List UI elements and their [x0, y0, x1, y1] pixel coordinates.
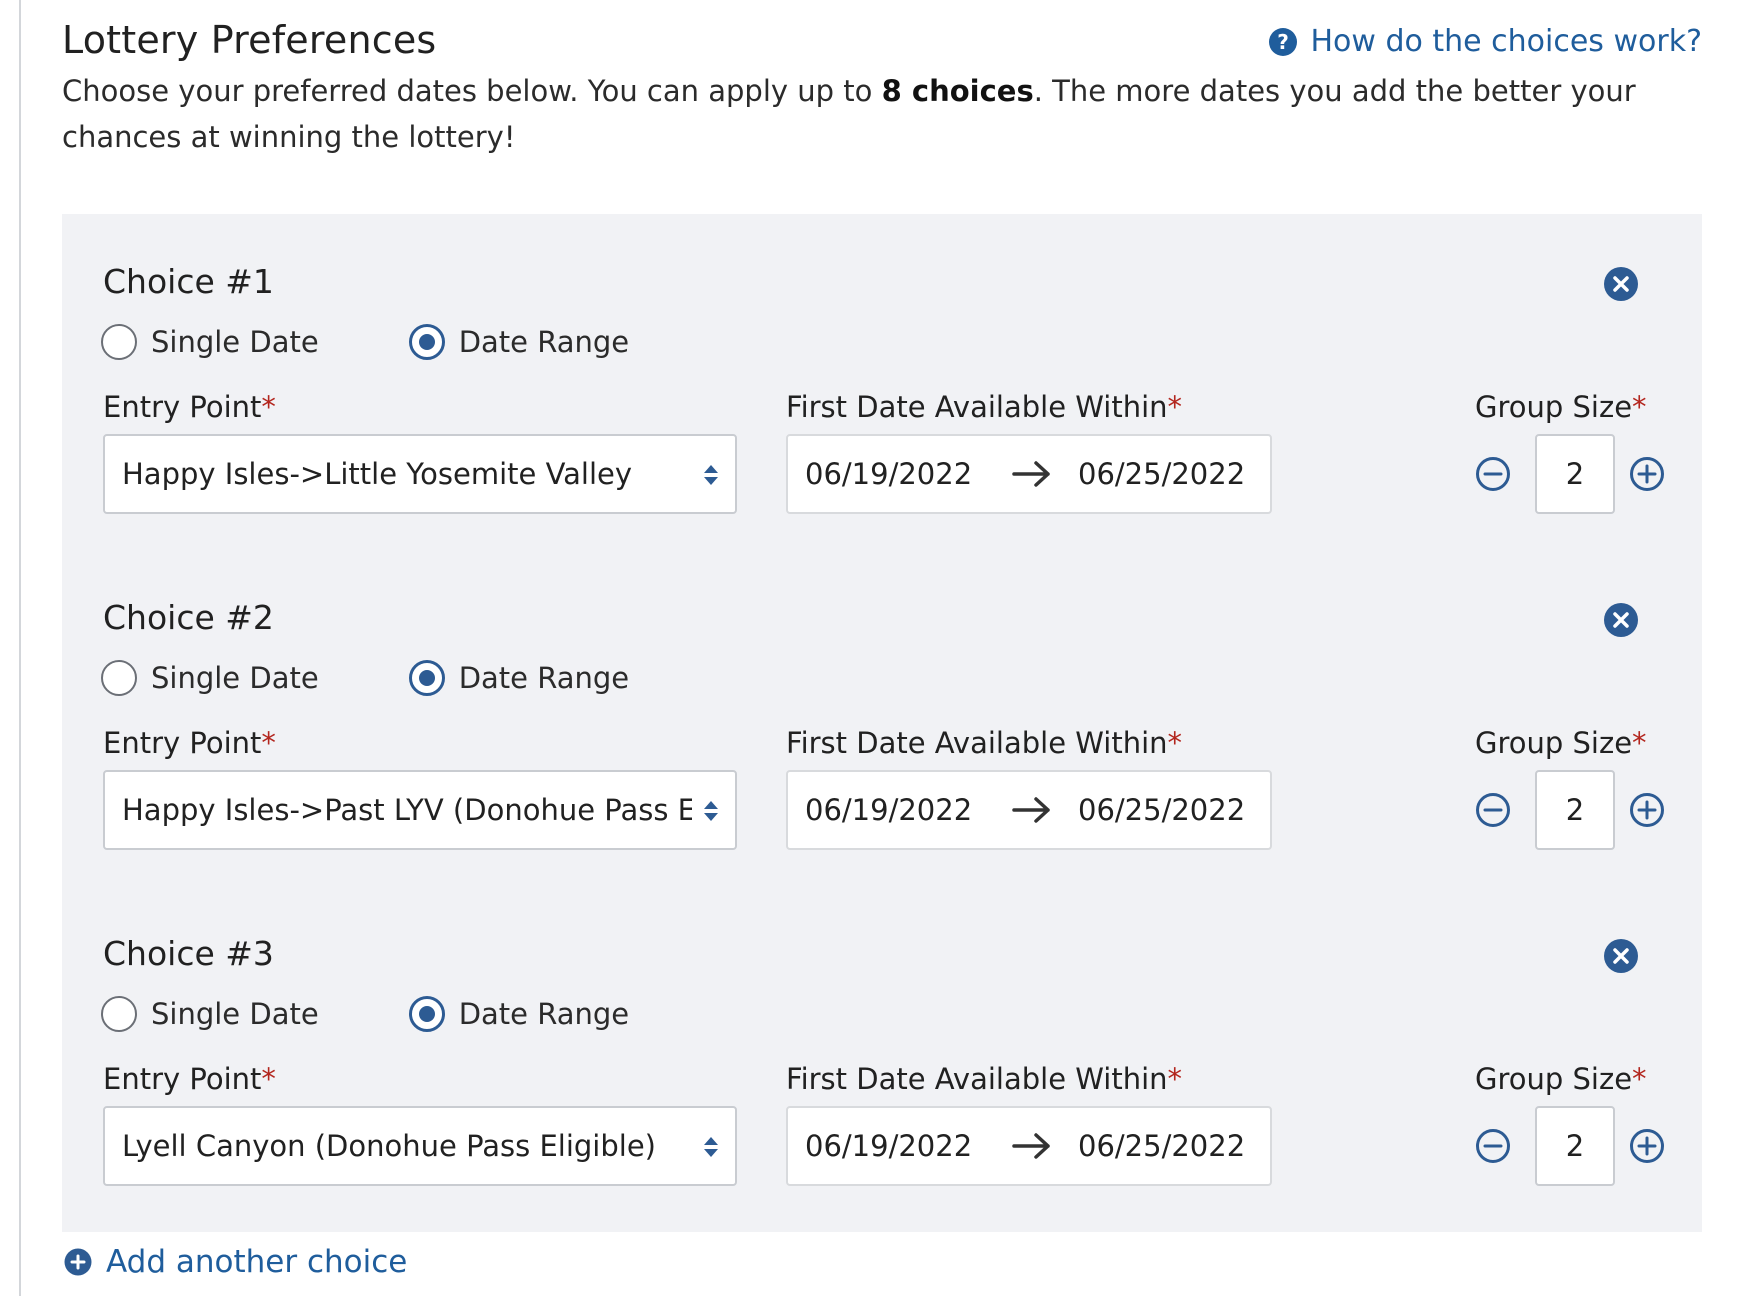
close-circle-icon[interactable] — [1603, 938, 1639, 974]
group-size-input[interactable]: 2 — [1535, 434, 1615, 514]
arrow-right-icon — [1012, 461, 1050, 487]
group-size-label: Group Size* — [1475, 1062, 1647, 1096]
start-date-input[interactable]: 06/19/2022 — [805, 793, 972, 827]
minus-circle-icon[interactable] — [1475, 1128, 1511, 1164]
choice-title: Choice #2 — [103, 598, 274, 637]
plus-circle-icon[interactable] — [1629, 1128, 1665, 1164]
add-choice-button[interactable]: Add another choice — [64, 1244, 407, 1280]
radio-label: Single Date — [151, 997, 319, 1031]
radio-label: Date Range — [458, 325, 630, 359]
radio-label: Single Date — [151, 325, 319, 359]
radio-button-selected[interactable] — [408, 996, 445, 1032]
sort-caret-icon — [704, 465, 718, 485]
help-link[interactable]: ? How do the choices work? — [1268, 24, 1702, 59]
radio-single-date[interactable]: Single Date — [101, 324, 319, 360]
plus-circle-icon[interactable] — [1629, 792, 1665, 828]
entry-point-select[interactable]: Happy Isles->Little Yosemite Valley — [103, 434, 737, 514]
radio-button[interactable] — [101, 996, 137, 1032]
close-circle-icon[interactable] — [1603, 602, 1639, 638]
date-mode-radio-group: Single Date Date Range — [101, 660, 719, 696]
date-range-field: 06/19/2022 06/25/2022 — [786, 770, 1272, 850]
radio-single-date[interactable]: Single Date — [101, 660, 319, 696]
radio-label: Date Range — [458, 661, 630, 695]
date-range-field: 06/19/2022 06/25/2022 — [786, 1106, 1272, 1186]
question-circle-icon: ? — [1269, 27, 1298, 56]
intro-text: Choose your preferred dates below. You c… — [62, 68, 1662, 160]
choice-title: Choice #3 — [103, 934, 274, 973]
close-circle-icon[interactable] — [1603, 266, 1639, 302]
end-date-input[interactable]: 06/25/2022 — [1078, 793, 1245, 827]
svg-text:?: ? — [1278, 30, 1290, 54]
entry-point-value: Happy Isles->Little Yosemite Valley — [122, 457, 633, 491]
end-date-input[interactable]: 06/25/2022 — [1078, 1129, 1245, 1163]
intro-text-start: Choose your preferred dates below. You c… — [62, 74, 882, 108]
radio-single-date[interactable]: Single Date — [101, 996, 319, 1032]
arrow-right-icon — [1012, 797, 1050, 823]
group-size-input[interactable]: 2 — [1535, 770, 1615, 850]
sort-caret-icon — [704, 1137, 718, 1157]
help-link-label: How do the choices work? — [1310, 24, 1702, 59]
radio-date-range[interactable]: Date Range — [408, 324, 630, 360]
page-left-border — [19, 0, 21, 1296]
minus-circle-icon[interactable] — [1475, 456, 1511, 492]
minus-circle-icon[interactable] — [1475, 792, 1511, 828]
group-size-label: Group Size* — [1475, 390, 1647, 424]
intro-text-max-choices: 8 choices — [881, 74, 1034, 108]
choice-card: Choice #3 Single Date Date Range Entry P… — [62, 886, 1702, 1186]
group-size-stepper: 2 — [1475, 1106, 1665, 1186]
radio-button[interactable] — [101, 660, 137, 696]
radio-date-range[interactable]: Date Range — [408, 996, 630, 1032]
entry-point-label: Entry Point* — [103, 1062, 276, 1096]
first-date-label: First Date Available Within* — [786, 390, 1183, 424]
radio-button-selected[interactable] — [408, 324, 445, 360]
date-mode-radio-group: Single Date Date Range — [101, 996, 719, 1032]
radio-label: Date Range — [458, 997, 630, 1031]
first-date-label: First Date Available Within* — [786, 726, 1183, 760]
choice-title: Choice #1 — [103, 262, 274, 301]
radio-button[interactable] — [101, 324, 137, 360]
radio-button-selected[interactable] — [408, 660, 445, 696]
date-mode-radio-group: Single Date Date Range — [101, 324, 719, 360]
start-date-input[interactable]: 06/19/2022 — [805, 457, 972, 491]
sort-caret-icon — [704, 801, 718, 821]
choice-card: Choice #1 Single Date Date Range Entry P… — [62, 214, 1702, 514]
date-range-field: 06/19/2022 06/25/2022 — [786, 434, 1272, 514]
entry-point-label: Entry Point* — [103, 726, 276, 760]
arrow-right-icon — [1012, 1133, 1050, 1159]
entry-point-select[interactable]: Happy Isles->Past LYV (Donohue Pass Elig… — [103, 770, 737, 850]
entry-point-label: Entry Point* — [103, 390, 276, 424]
plus-circle-filled-icon — [64, 1248, 92, 1276]
plus-circle-icon[interactable] — [1629, 456, 1665, 492]
add-choice-label: Add another choice — [106, 1244, 408, 1280]
group-size-label: Group Size* — [1475, 726, 1647, 760]
group-size-stepper: 2 — [1475, 434, 1665, 514]
group-size-input[interactable]: 2 — [1535, 1106, 1615, 1186]
entry-point-value: Happy Isles->Past LYV (Donohue Pass Elig… — [122, 793, 692, 827]
first-date-label: First Date Available Within* — [786, 1062, 1183, 1096]
choice-card: Choice #2 Single Date Date Range Entry P… — [62, 550, 1702, 850]
entry-point-value: Lyell Canyon (Donohue Pass Eligible) — [122, 1129, 656, 1163]
end-date-input[interactable]: 06/25/2022 — [1078, 457, 1245, 491]
start-date-input[interactable]: 06/19/2022 — [805, 1129, 972, 1163]
entry-point-select[interactable]: Lyell Canyon (Donohue Pass Eligible) — [103, 1106, 737, 1186]
header: Lottery Preferences ? How do the choices… — [62, 18, 1702, 62]
radio-date-range[interactable]: Date Range — [408, 660, 630, 696]
choices-panel: Choice #1 Single Date Date Range Entry P… — [62, 214, 1702, 1232]
radio-label: Single Date — [151, 661, 319, 695]
group-size-stepper: 2 — [1475, 770, 1665, 850]
